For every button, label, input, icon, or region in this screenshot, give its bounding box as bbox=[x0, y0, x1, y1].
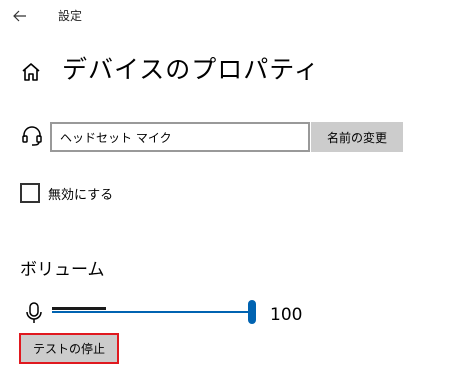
volume-slider-track[interactable] bbox=[52, 311, 252, 313]
rename-button[interactable]: 名前の変更 bbox=[311, 122, 403, 152]
back-button[interactable] bbox=[8, 4, 32, 28]
disable-label: 無効にする bbox=[48, 188, 114, 203]
volume-slider-thumb[interactable] bbox=[248, 300, 256, 324]
window-title: 設定 bbox=[58, 9, 83, 23]
stop-test-button[interactable]: テストの停止 bbox=[19, 333, 119, 364]
disable-checkbox[interactable] bbox=[20, 183, 40, 203]
page-title: デバイスのプロパティ bbox=[62, 55, 320, 84]
volume-input-level-meter bbox=[52, 307, 106, 310]
volume-heading: ボリューム bbox=[20, 260, 105, 280]
device-name-input[interactable] bbox=[50, 122, 310, 152]
volume-value: 100 bbox=[270, 305, 303, 325]
back-arrow-icon bbox=[13, 10, 26, 22]
home-icon bbox=[22, 63, 40, 81]
headset-icon bbox=[22, 126, 42, 146]
microphone-icon bbox=[26, 302, 42, 323]
